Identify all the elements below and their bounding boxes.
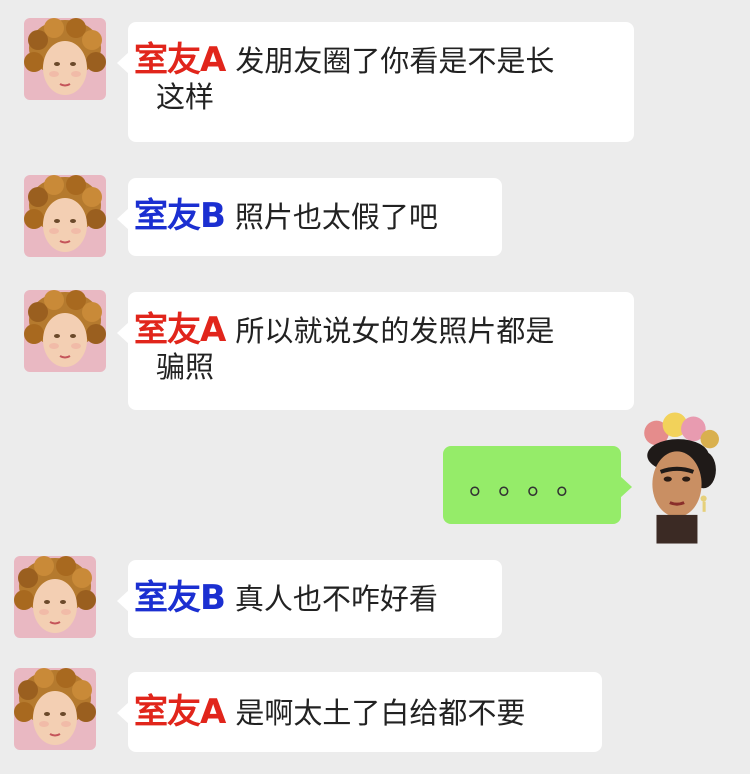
message-bubble-3: 室友A 所以就说女的发照片都是 骗照 bbox=[117, 292, 634, 410]
speaker-tag-a: 室友A bbox=[134, 40, 226, 80]
speaker-tag-a: 室友A bbox=[134, 692, 226, 732]
message-text: 真人也不咋好看 bbox=[234, 582, 438, 616]
message-text-line2: 骗照 bbox=[156, 350, 215, 384]
cherub-avatar-icon[interactable] bbox=[14, 556, 96, 638]
cherub-avatar-icon[interactable] bbox=[24, 290, 106, 372]
cherub-avatar-icon[interactable] bbox=[24, 18, 106, 100]
message-text: 照片也太假了吧 bbox=[234, 200, 438, 234]
message-bubble-6: 室友A 是啊太土了白给都不要 bbox=[117, 672, 602, 752]
cherub-avatar-icon[interactable] bbox=[24, 175, 106, 257]
message-bubble-1: 室友A 发朋友圈了你看是不是长 这样 bbox=[117, 22, 634, 142]
message-text-line2: 这样 bbox=[156, 80, 215, 114]
message-bubble-5: 室友B 真人也不咋好看 bbox=[117, 560, 502, 638]
cherub-avatar-icon[interactable] bbox=[14, 668, 96, 750]
self-message-bubble: 。。。。 bbox=[443, 446, 632, 524]
message-text: 发朋友圈了你看是不是长 bbox=[235, 44, 555, 78]
message-text: 所以就说女的发照片都是 bbox=[235, 314, 555, 348]
message-bubble-2: 室友B 照片也太假了吧 bbox=[117, 178, 502, 256]
message-text: 是啊太土了白给都不要 bbox=[235, 696, 526, 730]
frida-avatar-icon[interactable] bbox=[636, 410, 720, 544]
message-text: 。。。。 bbox=[469, 467, 600, 502]
speaker-tag-b: 室友B bbox=[134, 196, 226, 236]
speaker-tag-b: 室友B bbox=[134, 578, 226, 618]
speaker-tag-a: 室友A bbox=[134, 310, 226, 350]
